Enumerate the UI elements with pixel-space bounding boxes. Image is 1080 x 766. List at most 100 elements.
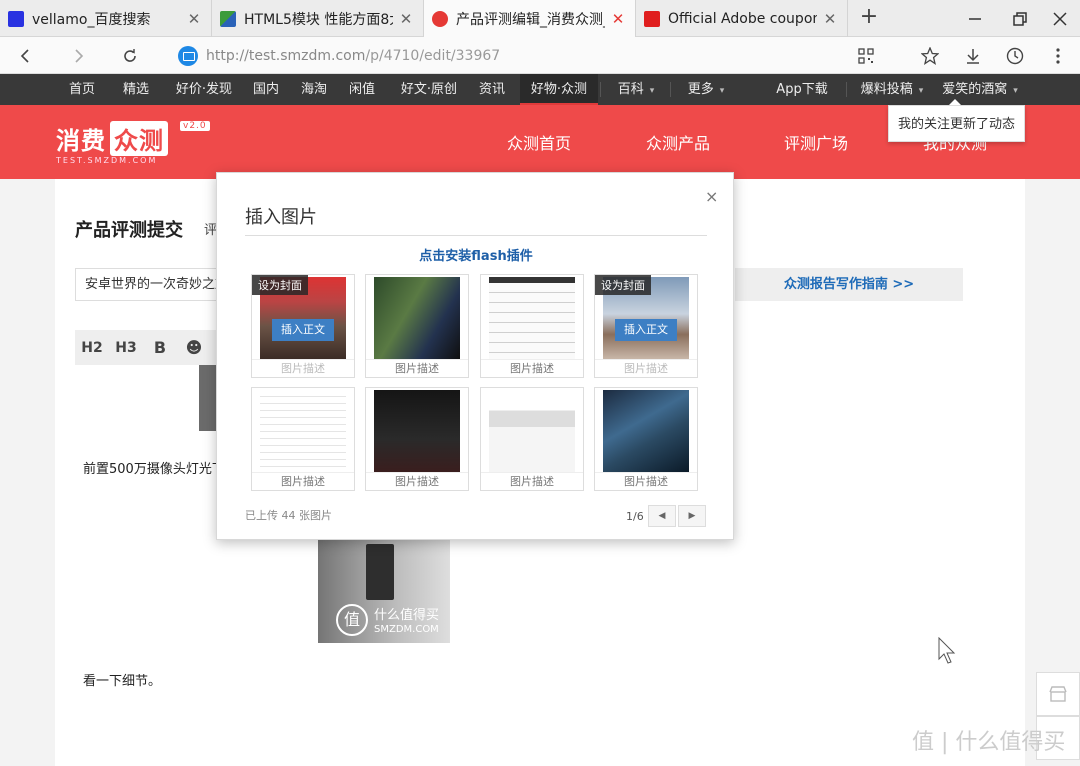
close-icon[interactable]: ✕	[185, 10, 203, 28]
forward-icon[interactable]	[64, 41, 94, 71]
emoji-icon[interactable]: ☻	[177, 338, 211, 357]
bookmark-star-icon[interactable]	[915, 41, 945, 71]
insert-image-button[interactable]: 插入正文	[615, 319, 677, 341]
nav-articles[interactable]: 好文·原创	[390, 74, 468, 105]
insert-image-modal: 插入图片 × 点击安装flash插件 设为封面 插入正文 图片描述 图片描述 图…	[216, 172, 734, 540]
nav-featured[interactable]: 精选	[111, 74, 161, 105]
new-tab-button[interactable]: +	[856, 4, 882, 32]
site-top-nav: 首页 精选 好价·发现 国内 海淘 闲值 好文·原创 资讯 好物·众测 百科 ▾ …	[0, 74, 1080, 105]
thumb-image	[489, 390, 575, 472]
image-thumb[interactable]: 图片描述	[594, 387, 698, 491]
review-title-input[interactable]: 安卓世界的一次奇妙之旅	[75, 268, 225, 301]
address-bar: http://test.smzdm.com/p/4710/edit/33967	[0, 37, 1080, 74]
chevron-down-icon: ▾	[649, 86, 655, 96]
smzdm-favicon-icon	[432, 10, 448, 27]
shop-side-icon[interactable]	[1036, 672, 1080, 716]
image-thumb[interactable]: 设为封面 插入正文 图片描述	[594, 274, 698, 378]
mouse-cursor-icon	[938, 636, 956, 669]
site-info-icon[interactable]	[178, 46, 198, 66]
more-menu-icon[interactable]	[1043, 41, 1073, 71]
chevron-down-icon: ▾	[918, 86, 924, 96]
image-thumb[interactable]: 图片描述	[365, 387, 469, 491]
browser-tab-baidu[interactable]: vellamo_百度搜索 ✕	[0, 0, 212, 37]
next-page-button[interactable]: ▶	[678, 505, 706, 527]
modal-divider	[245, 235, 707, 236]
banner-nav-home[interactable]: 众测首页	[507, 130, 571, 154]
image-thumb[interactable]: 图片描述	[480, 274, 584, 378]
h2-button[interactable]: H2	[75, 340, 109, 356]
image-thumb[interactable]: 图片描述	[480, 387, 584, 491]
set-cover-button[interactable]: 设为封面	[595, 275, 651, 295]
nav-secondhand[interactable]: 闲值	[340, 74, 384, 105]
image-caption[interactable]: 图片描述	[481, 359, 583, 377]
bold-button[interactable]: B	[143, 338, 177, 357]
image-caption[interactable]: 图片描述	[366, 472, 468, 490]
set-cover-button[interactable]: 设为封面	[252, 275, 308, 295]
image-caption[interactable]: 图片描述	[366, 359, 468, 377]
browser-tab-adobe[interactable]: Official Adobe coupons, pr ✕	[636, 0, 848, 37]
site-watermark: 值 | 什么值得买	[912, 730, 1066, 755]
nav-domestic[interactable]: 国内	[244, 74, 288, 105]
editor-toolbar: H2 H3 B ☻	[75, 330, 225, 365]
nav-review[interactable]: 好物·众测	[520, 74, 598, 105]
image-caption[interactable]: 图片描述	[595, 359, 697, 377]
nav-divider	[600, 82, 601, 97]
image-caption[interactable]: 图片描述	[481, 472, 583, 490]
back-icon[interactable]	[10, 41, 40, 71]
uploaded-count: 已上传 44 张图片	[245, 509, 332, 522]
adobe-favicon-icon	[644, 10, 660, 27]
banner-nav-products[interactable]: 众测产品	[646, 130, 710, 154]
writing-guide-link[interactable]: 众测报告写作指南 >>	[735, 268, 963, 301]
close-icon[interactable]: ×	[705, 187, 718, 206]
history-clock-icon[interactable]	[1000, 41, 1030, 71]
nav-home[interactable]: 首页	[57, 74, 107, 105]
editor-photo: 值 什么值得买 SMZDM.COM	[318, 538, 450, 643]
download-icon[interactable]	[958, 41, 988, 71]
nav-divider	[846, 82, 847, 97]
editor-image	[199, 365, 217, 431]
close-window-icon[interactable]	[1040, 0, 1080, 37]
image-caption[interactable]: 图片描述	[252, 472, 354, 490]
watermark-url: SMZDM.COM	[374, 624, 439, 635]
page-title: 产品评测提交	[75, 220, 183, 241]
smzdm-watermark-icon: 值	[336, 604, 368, 636]
notification-tooltip[interactable]: 我的关注更新了动态	[888, 99, 1025, 142]
insert-image-button[interactable]: 插入正文	[272, 319, 334, 341]
nav-overseas[interactable]: 海淘	[292, 74, 336, 105]
close-icon[interactable]: ✕	[397, 10, 415, 28]
image-thumb[interactable]: 图片描述	[251, 387, 355, 491]
image-caption[interactable]: 图片描述	[252, 359, 354, 377]
close-icon[interactable]: ✕	[821, 10, 839, 28]
nav-wiki[interactable]: 百科 ▾	[606, 74, 666, 105]
site-favicon-icon	[220, 10, 236, 27]
prev-page-button[interactable]: ◀	[648, 505, 676, 527]
image-thumb[interactable]: 图片描述	[365, 274, 469, 378]
nav-news[interactable]: 资讯	[470, 74, 514, 105]
image-caption[interactable]: 图片描述	[595, 472, 697, 490]
editor-paragraph[interactable]: 看一下细节。	[83, 670, 161, 689]
nav-user-menu[interactable]: 爱笑的酒窝 ▾	[934, 74, 1026, 105]
nav-submit-deal[interactable]: 爆料投稿 ▾	[854, 74, 930, 105]
qr-code-icon[interactable]	[851, 41, 881, 71]
thumb-image	[489, 277, 575, 359]
nav-more[interactable]: 更多 ▾	[676, 74, 736, 105]
restore-icon[interactable]	[1000, 0, 1040, 37]
thumb-image	[603, 390, 689, 472]
browser-tab-strip: vellamo_百度搜索 ✕ HTML5模块 性能方面8大测 ✕ 产品评测编辑_…	[0, 0, 1080, 37]
nav-divider	[670, 82, 671, 97]
watermark-text: 什么值得买	[374, 608, 440, 623]
browser-tab-smzdm[interactable]: 产品评测编辑_消费众测_什 ✕	[424, 0, 636, 37]
site-logo[interactable]: 消费 众测 v2.0 TEST.SMZDM.COM	[56, 121, 210, 165]
close-icon[interactable]: ✕	[609, 10, 627, 28]
install-flash-link[interactable]: 点击安装flash插件	[217, 245, 735, 264]
h3-button[interactable]: H3	[109, 340, 143, 356]
browser-tab-html5[interactable]: HTML5模块 性能方面8大测 ✕	[212, 0, 424, 37]
nav-deals[interactable]: 好价·发现	[166, 74, 242, 105]
nav-app-download[interactable]: App下载	[770, 74, 834, 105]
editor-paragraph[interactable]: 前置500万摄像头灯光下	[83, 458, 217, 477]
banner-nav-plaza[interactable]: 评测广场	[784, 130, 848, 154]
url-field[interactable]: http://test.smzdm.com/p/4710/edit/33967	[178, 43, 500, 69]
image-thumb[interactable]: 设为封面 插入正文 图片描述	[251, 274, 355, 378]
minimize-icon[interactable]	[955, 0, 995, 37]
reload-icon[interactable]	[115, 41, 145, 71]
